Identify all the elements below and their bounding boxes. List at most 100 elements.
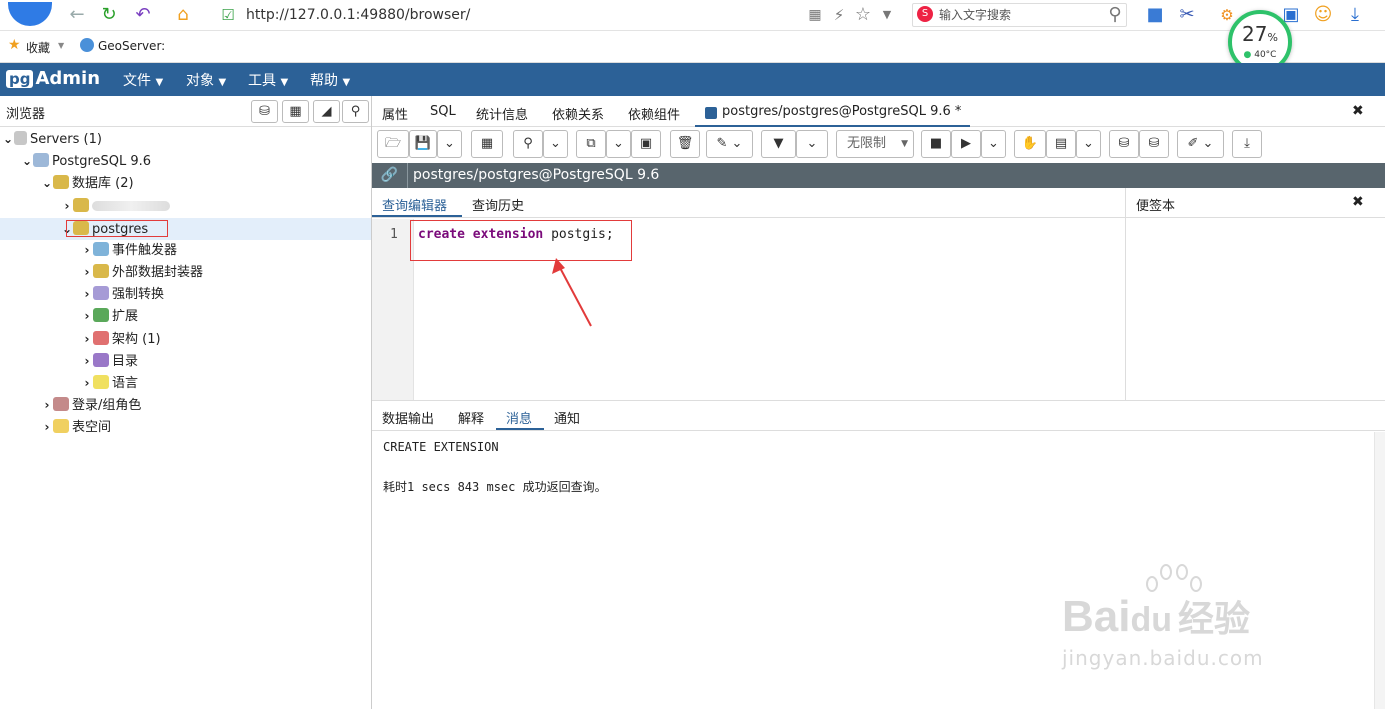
- chevron-right-icon[interactable]: ›: [41, 416, 53, 438]
- lightning-icon[interactable]: ⚡: [828, 4, 850, 26]
- tab-query-history[interactable]: 查询历史: [472, 195, 524, 214]
- chevron-down-icon[interactable]: ⌄: [41, 172, 53, 194]
- download-icon[interactable]: ⤓: [1344, 4, 1366, 26]
- chevron-down-icon[interactable]: ⌄: [796, 130, 828, 158]
- chevron-right-icon[interactable]: ›: [81, 350, 93, 372]
- chevron-right-icon[interactable]: ›: [81, 305, 93, 327]
- tab-explain[interactable]: 解释: [458, 408, 484, 427]
- tab-notifications[interactable]: 通知: [554, 408, 580, 427]
- tree-node-databases[interactable]: ⌄ 数据库 (2): [41, 172, 134, 194]
- list-icon[interactable]: ▤: [1046, 130, 1076, 158]
- chevron-down-icon[interactable]: ⌄: [543, 130, 568, 158]
- highlight-box: [66, 220, 168, 237]
- commit-icon[interactable]: ⛁: [1109, 130, 1139, 158]
- tab-sql[interactable]: SQL: [430, 104, 456, 119]
- filter-table-icon[interactable]: ◢: [313, 100, 340, 123]
- chevron-right-icon[interactable]: ›: [81, 372, 93, 394]
- link-icon[interactable]: 🔗: [372, 163, 408, 188]
- tree-node-languages[interactable]: › 语言: [81, 372, 138, 394]
- tab-query-editor[interactable]: 查询编辑器: [382, 195, 447, 214]
- copy-icon[interactable]: ⧉: [576, 130, 606, 158]
- grid-icon[interactable]: ▦: [471, 130, 503, 158]
- tab-messages[interactable]: 消息: [506, 408, 532, 427]
- chevron-down-icon[interactable]: ⌄: [2, 128, 14, 150]
- limit-select[interactable]: 无限制 ▼: [836, 130, 914, 158]
- delete-icon[interactable]: 🗑: [670, 130, 700, 158]
- browser-logo-icon: [8, 2, 52, 26]
- open-file-icon[interactable]: 🗁: [377, 130, 409, 158]
- tab-query-tool[interactable]: postgres/postgres@PostgreSQL 9.6 *: [695, 96, 970, 127]
- close-icon[interactable]: ✖: [1352, 194, 1364, 210]
- watermark-text: 经验: [1178, 598, 1251, 639]
- chevron-right-icon[interactable]: ›: [81, 239, 93, 261]
- chevron-down-icon[interactable]: ⌄: [1076, 130, 1101, 158]
- edit-dropdown-icon[interactable]: ✎ ⌄: [706, 130, 753, 158]
- fdw-icon: [93, 264, 109, 278]
- paste-icon[interactable]: ▣: [631, 130, 661, 158]
- chevron-down-icon[interactable]: ⌄: [606, 130, 631, 158]
- tree-node-database-blurred[interactable]: ›: [61, 195, 170, 217]
- menu-help[interactable]: 帮助 ▼: [310, 70, 350, 90]
- search-icon[interactable]: ⚲: [342, 100, 369, 123]
- scrollbar[interactable]: [1374, 432, 1385, 709]
- clear-dropdown-icon[interactable]: ✐ ⌄: [1177, 130, 1224, 158]
- catalog-icon: [93, 353, 109, 367]
- chevron-right-icon[interactable]: ›: [81, 261, 93, 283]
- bookmark-geoserver[interactable]: GeoServer:: [98, 39, 165, 53]
- tree-node-fdw[interactable]: › 外部数据封装器: [81, 261, 203, 283]
- rollback-icon[interactable]: ⛁: [1139, 130, 1169, 158]
- undo-icon[interactable]: ↶: [132, 4, 154, 26]
- tree-node-casts[interactable]: › 强制转换: [81, 283, 164, 305]
- dropdown-icon[interactable]: ▼: [876, 4, 898, 26]
- qr-code-icon[interactable]: ▦: [804, 4, 826, 26]
- menu-object[interactable]: 对象 ▼: [186, 70, 226, 90]
- table-icon[interactable]: ▦: [282, 100, 309, 123]
- bookmark-favorites[interactable]: 收藏: [26, 39, 50, 56]
- scratch-pad-textarea[interactable]: [1126, 219, 1385, 400]
- tab-dependents[interactable]: 依赖组件: [628, 104, 680, 123]
- tree-label: 外部数据封装器: [112, 265, 204, 280]
- tree-node-tablespaces[interactable]: › 表空间: [41, 416, 111, 438]
- hand-icon[interactable]: ✋: [1014, 130, 1046, 158]
- tab-dependencies[interactable]: 依赖关系: [552, 104, 604, 123]
- close-icon[interactable]: ✖: [1352, 103, 1364, 119]
- tree-node-postgresql[interactable]: ⌄ PostgreSQL 9.6: [21, 150, 151, 172]
- refresh-icon[interactable]: ↻: [98, 4, 120, 26]
- find-icon[interactable]: ⚲: [513, 130, 543, 158]
- tree-node-event-triggers[interactable]: › 事件触发器: [81, 239, 177, 261]
- tree-node-login-roles[interactable]: › 登录/组角色: [41, 394, 141, 416]
- schema-icon: [93, 331, 109, 345]
- smiley-icon[interactable]: ☺: [1312, 4, 1334, 26]
- filter-icon[interactable]: ▼: [761, 130, 796, 158]
- chevron-down-icon[interactable]: ⌄: [21, 150, 33, 172]
- chevron-down-icon[interactable]: ⌄: [981, 130, 1006, 158]
- tree-node-servers[interactable]: ⌄ Servers (1): [2, 128, 102, 150]
- download-icon[interactable]: ⤓: [1232, 130, 1262, 158]
- chevron-down-icon[interactable]: ⌄: [437, 130, 462, 158]
- stop-icon[interactable]: ■: [921, 130, 951, 158]
- scissors-icon[interactable]: ✂: [1176, 4, 1198, 26]
- save-icon[interactable]: 💾: [409, 130, 437, 158]
- execute-icon[interactable]: ▶: [951, 130, 981, 158]
- chevron-right-icon[interactable]: ›: [81, 328, 93, 350]
- tab-properties[interactable]: 属性: [382, 104, 408, 123]
- menu-tools[interactable]: 工具 ▼: [248, 70, 288, 90]
- database-icon[interactable]: ⛁: [251, 100, 278, 123]
- search-input[interactable]: S 输入文字搜索: [912, 3, 1127, 27]
- tree-node-extensions[interactable]: › 扩展: [81, 305, 138, 327]
- connection-bar: 🔗 postgres/postgres@PostgreSQL 9.6: [372, 163, 1385, 188]
- tab-data-output[interactable]: 数据输出: [382, 408, 434, 427]
- chevron-right-icon[interactable]: ›: [41, 394, 53, 416]
- chevron-right-icon[interactable]: ›: [61, 195, 73, 217]
- home-icon[interactable]: ⌂: [172, 4, 194, 26]
- tree-node-catalogs[interactable]: › 目录: [81, 350, 138, 372]
- back-icon[interactable]: ←: [66, 4, 88, 26]
- tab-statistics[interactable]: 统计信息: [476, 104, 528, 123]
- extension-icon[interactable]: ■: [1144, 4, 1166, 26]
- magnifier-icon[interactable]: ⚲: [1104, 4, 1126, 26]
- star-icon[interactable]: ☆: [852, 4, 874, 26]
- chevron-down-icon[interactable]: ▼: [58, 41, 64, 50]
- menu-file[interactable]: 文件 ▼: [123, 70, 163, 90]
- tree-node-schemas[interactable]: › 架构 (1): [81, 328, 161, 350]
- chevron-right-icon[interactable]: ›: [81, 283, 93, 305]
